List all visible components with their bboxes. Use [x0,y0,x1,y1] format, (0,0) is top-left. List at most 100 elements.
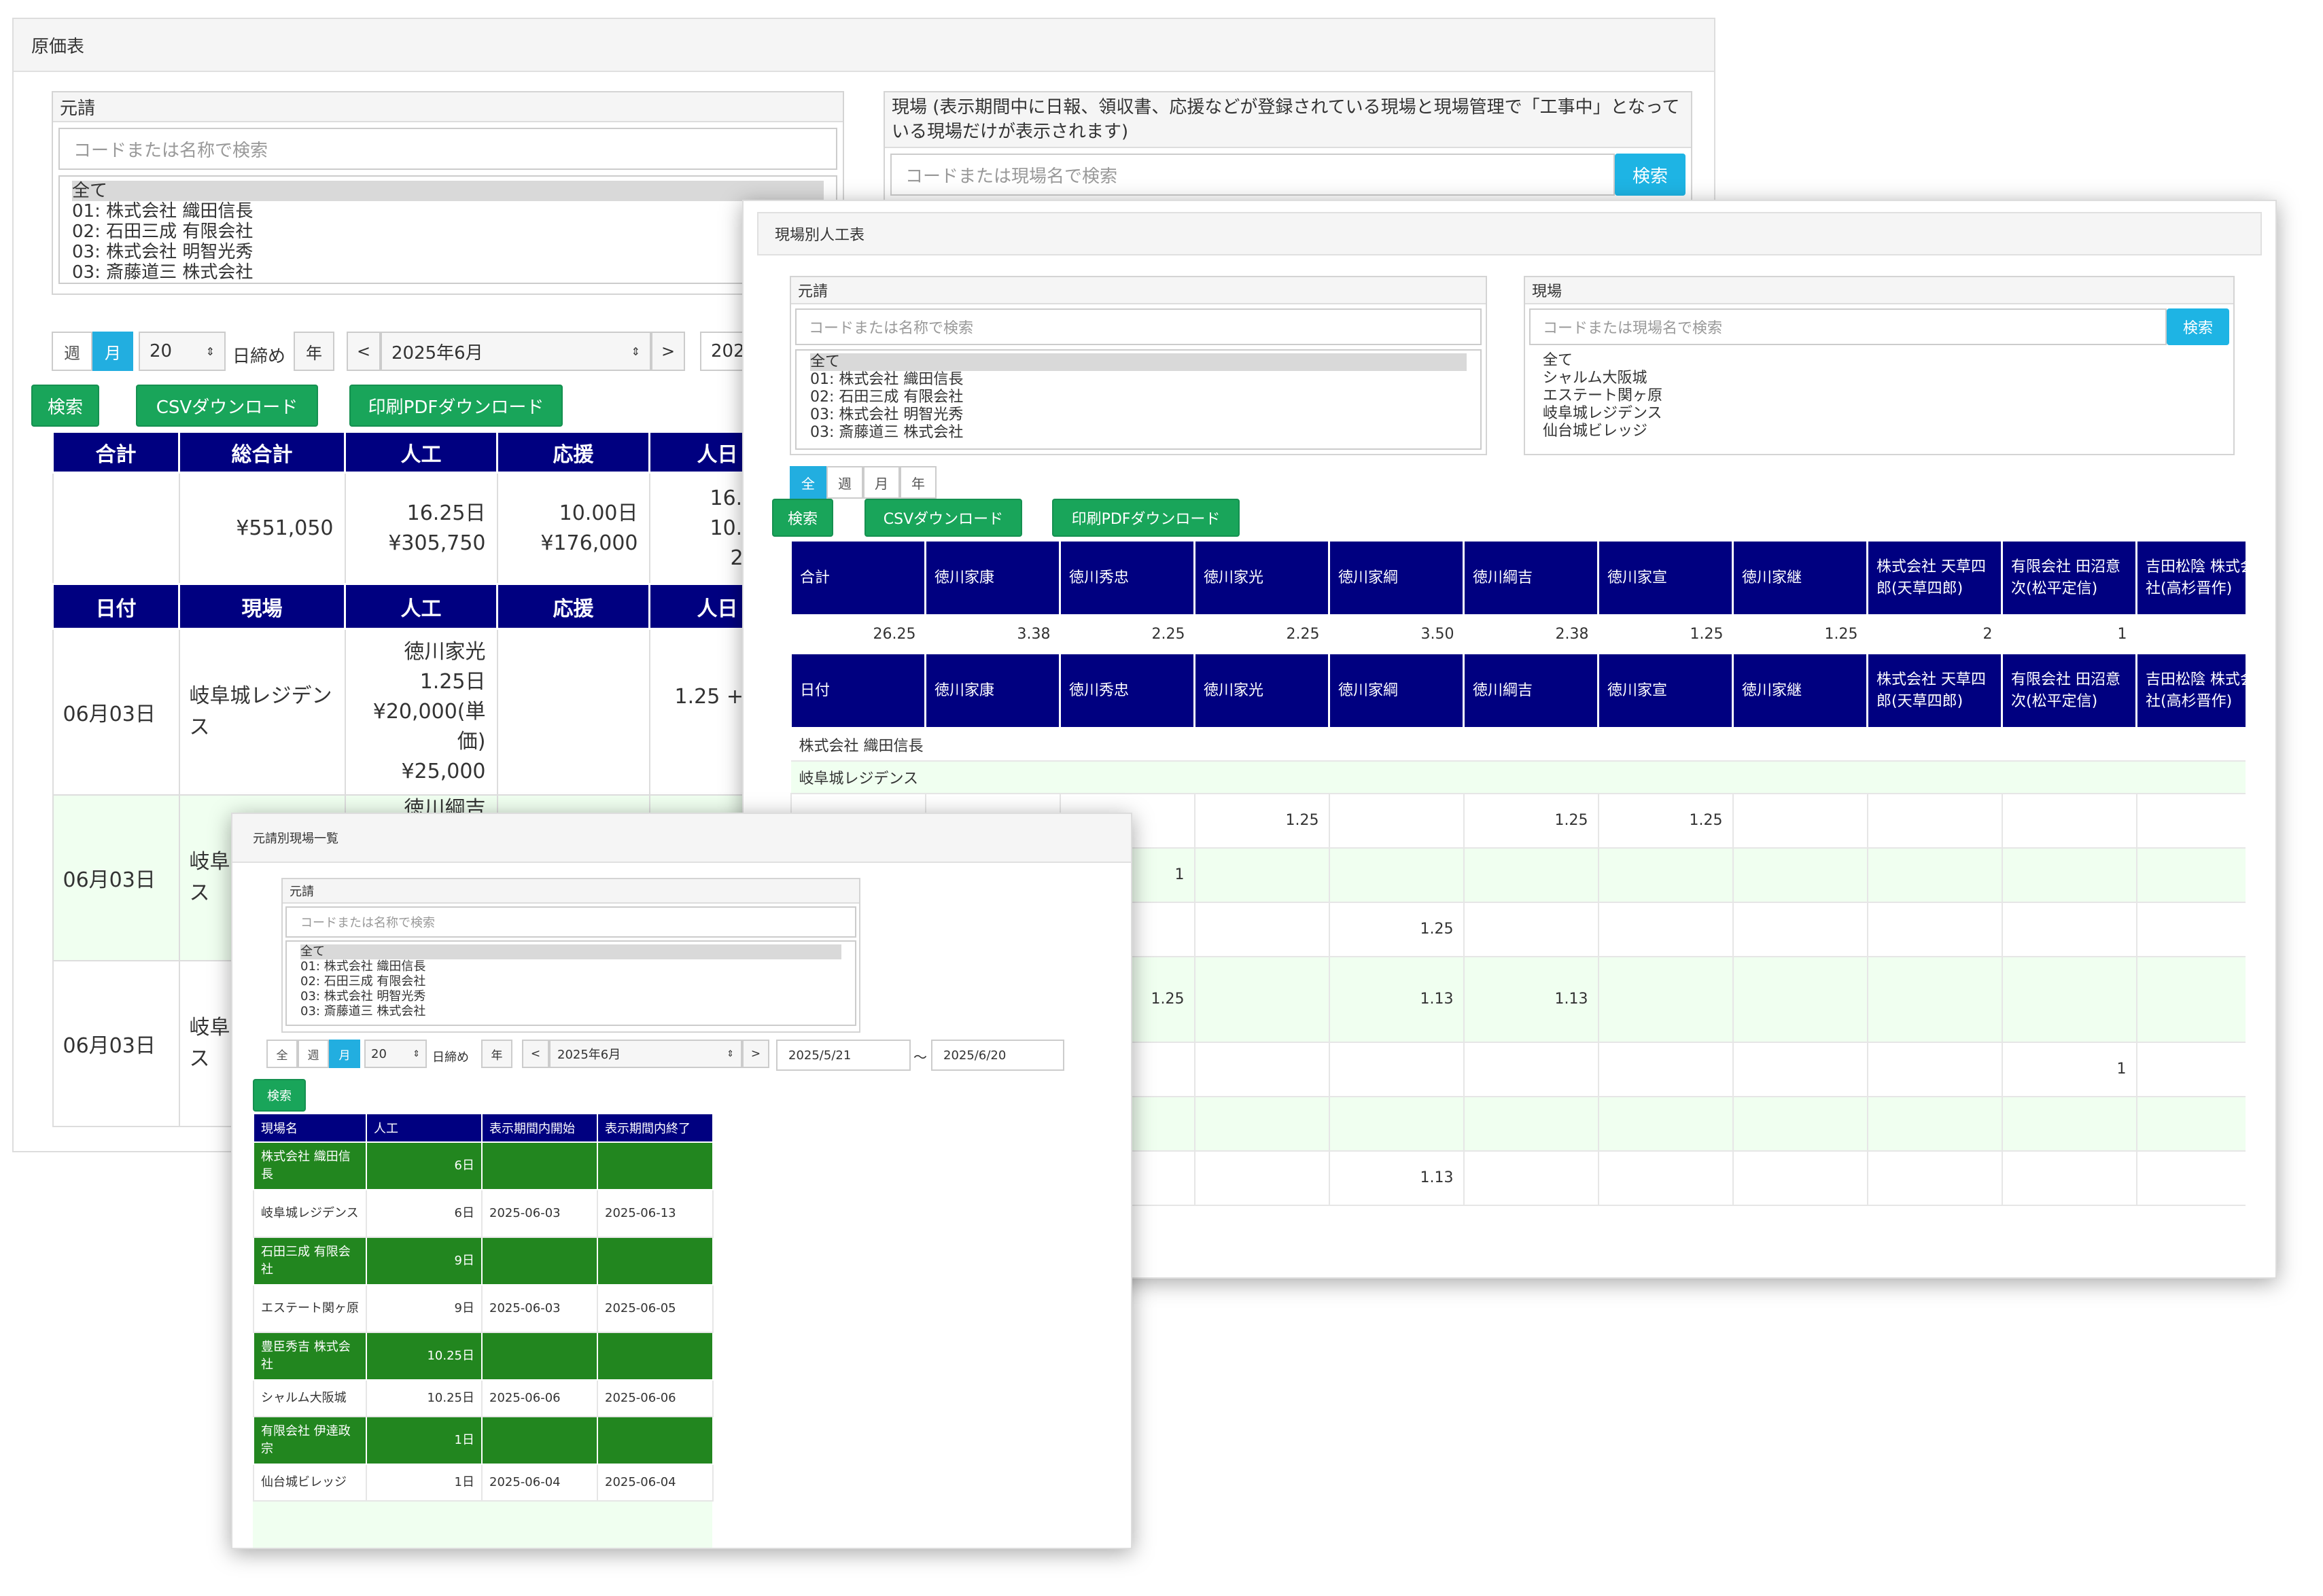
cost-client-search-input[interactable]: コードまたは名称で検索 [58,128,837,170]
sites-to-date-input[interactable]: 2025/6/20 [931,1040,1064,1071]
labor-header: 徳川家宣 [1597,652,1734,729]
cost-site-search-input[interactable]: コードまたは現場名で検索 [890,154,1615,196]
summary-header: 合計 [52,431,180,474]
period-year-button[interactable]: 年 [294,332,334,371]
labor-cell [2135,1150,2246,1206]
list-item[interactable]: 03: 株式会社 明智光秀 [810,406,1467,424]
next-month-button[interactable]: > [651,332,685,371]
table-row: 豊臣秀吉 株式会社 10.25日 [253,1332,714,1381]
labor-cell [2135,902,2246,957]
labor-cell: 1.25 [1328,902,1464,957]
cost-pdf-button[interactable]: 印刷PDFダウンロード [349,385,563,427]
labor-cell [1866,902,2002,957]
list-item[interactable]: エステート関ヶ原 [1543,387,2216,405]
list-item[interactable]: 岐阜城レジデンス [1543,405,2216,423]
labor-site-search-input[interactable]: コードまたは現場名で検索 [1529,308,2167,345]
labor-cell [1597,1042,1733,1097]
labor-period-toggle: 全 週 月 年 [790,466,937,499]
labor-header: 徳川家康 [924,539,1061,616]
date-range-tilde: 〜 [913,1049,927,1065]
labor-site-listbox[interactable]: 全て シャルム大阪城 エステート関ヶ原 岐阜城レジデンス 仙台城ビレッジ [1529,349,2229,450]
sites-client-search-input[interactable]: コードまたは名称で検索 [285,906,856,938]
sites-cell [597,1416,714,1465]
labor-cell [1597,847,1733,903]
list-item[interactable]: 02: 石田三成 有限会社 [72,221,824,242]
period-month-button[interactable]: 月 [863,466,900,499]
sites-search-button[interactable]: 検索 [253,1079,306,1112]
labor-total-cell: 3.38 [925,615,1060,654]
sites-from-date-input[interactable]: 2025/5/21 [776,1040,911,1071]
period-week-button[interactable]: 週 [52,332,92,371]
cost-period-toggle: 週 月 [52,332,133,371]
list-item[interactable]: 03: 株式会社 明智光秀 [300,989,841,1004]
sites-window-header: 元請別現場一覧 [232,814,1131,863]
list-item[interactable]: 03: 斎藤道三 株式会社 [300,1004,841,1019]
labor-cell [1463,902,1599,957]
list-item[interactable]: 01: 株式会社 織田信長 [72,201,824,221]
labor-csv-button[interactable]: CSVダウンロード [864,499,1022,537]
sites-cell: 岐阜城レジデンス [253,1189,367,1238]
period-all-button[interactable]: 全 [266,1040,298,1068]
labor-header: 有限会社 田沼意次(松平定信) [2001,539,2137,616]
labor-client-search-input[interactable]: コードまたは名称で検索 [795,308,1482,345]
period-week-button[interactable]: 週 [298,1040,329,1068]
list-item[interactable]: 全て [300,944,841,959]
period-month-button[interactable]: 月 [329,1040,360,1068]
list-item[interactable]: シャルム大阪城 [1543,370,2216,387]
labor-cell [1193,1150,1329,1206]
period-month-button[interactable]: 月 [92,332,133,371]
list-item[interactable]: 02: 石田三成 有限会社 [810,389,1467,406]
sites-cell: 2025-06-06 [597,1379,714,1417]
cost-site-search-button[interactable]: 検索 [1615,154,1686,196]
labor-client-listbox[interactable]: 全て 01: 株式会社 織田信長 02: 石田三成 有限会社 03: 株式会社 … [795,349,1482,450]
labor-total-cell: 2.25 [1060,615,1195,654]
period-all-button[interactable]: 全 [790,466,826,499]
list-item[interactable]: 全て [72,181,824,201]
sites-cell [481,1416,598,1465]
cost-search-button[interactable]: 検索 [31,385,99,427]
prev-month-button[interactable]: < [347,332,381,371]
period-year-button[interactable]: 年 [481,1040,512,1068]
period-year-button[interactable]: 年 [900,466,937,499]
cost-csv-button[interactable]: CSVダウンロード [136,385,318,427]
sites-window-title: 元請別現場一覧 [253,832,338,846]
cost-client-listbox[interactable]: 全て 01: 株式会社 織田信長 02: 石田三成 有限会社 03: 株式会社 … [58,175,837,284]
list-item[interactable]: 全て [810,353,1467,371]
sites-closing-day-select[interactable]: 20 ⇕ [364,1040,427,1068]
list-item[interactable]: 01: 株式会社 織田信長 [300,959,841,974]
sites-client-label: 元請 [283,879,859,904]
labor-search-button[interactable]: 検索 [772,499,833,537]
sites-cell [481,1237,598,1285]
labor-cell: 1.25 [1463,793,1599,849]
labor-cell [2001,847,2137,903]
list-item[interactable]: 01: 株式会社 織田信長 [810,371,1467,389]
labor-cell [1328,1096,1464,1152]
list-item[interactable]: 03: 斎藤道三 株式会社 [72,262,824,283]
labor-cell: 1.13 [1328,1150,1464,1206]
summary-labor-days: 16.25日 [406,501,486,525]
list-item[interactable]: 仙台城ビレッジ [1543,423,2216,440]
sites-client-listbox[interactable]: 全て 01: 株式会社 織田信長 02: 石田三成 有限会社 03: 株式会社 … [285,940,856,1026]
period-week-button[interactable]: 週 [826,466,863,499]
cost-closing-day-select[interactable]: 20 ⇕ [139,332,226,371]
list-item[interactable]: 03: 斎藤道三 株式会社 [810,424,1467,442]
list-item[interactable]: 全て [1543,352,2216,370]
labor-pdf-button[interactable]: 印刷PDFダウンロード [1052,499,1240,537]
labor-cell [1866,847,2002,903]
table-row: エステート関ヶ原 9日 2025-06-03 2025-06-05 [253,1284,714,1333]
sites-client-filter: 元請 コードまたは名称で検索 全て 01: 株式会社 織田信長 02: 石田三成… [281,878,860,1033]
labor-cell [1732,956,1868,1043]
sites-cell [597,1332,714,1381]
next-month-button[interactable]: > [742,1040,769,1068]
cost-month-select[interactable]: 2025年6月 ⇕ [381,332,651,371]
labor-cell [1866,956,2002,1043]
sites-month-select[interactable]: 2025年6月 ⇕ [549,1040,742,1068]
labor-site-filter: 現場 コードまたは現場名で検索 検索 全て シャルム大阪城 エステート関ヶ原 岐… [1524,276,2235,455]
prev-month-button[interactable]: < [522,1040,549,1068]
summary-header: 人工 [344,431,498,474]
labor-cell [1463,1150,1599,1206]
list-item[interactable]: 02: 石田三成 有限会社 [300,974,841,989]
labor-cell [1866,1096,2002,1152]
list-item[interactable]: 03: 株式会社 明智光秀 [72,242,824,262]
labor-site-search-button[interactable]: 検索 [2167,308,2229,345]
